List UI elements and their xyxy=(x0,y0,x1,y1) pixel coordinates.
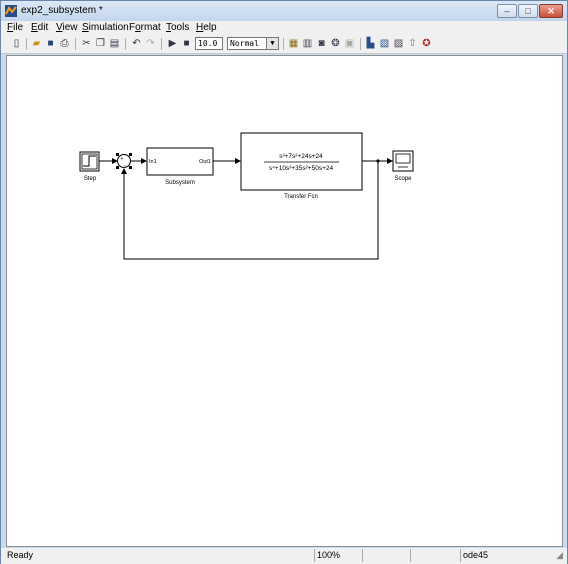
undo-icon[interactable]: ↶ xyxy=(130,37,143,50)
block-diagram: Step + - In1 Out1 Subsystem s³+7s²+24s+2… xyxy=(79,132,414,260)
step-label: Step xyxy=(84,176,97,182)
model-advisor-icon[interactable]: ◙ xyxy=(315,37,328,50)
simulation-mode-select[interactable]: Normal ▼ xyxy=(227,37,279,50)
subsystem-label: Subsystem xyxy=(165,180,195,186)
toolbar-separator xyxy=(360,38,361,50)
toolbar-separator xyxy=(26,38,27,50)
go-to-parent-icon[interactable]: ⇧ xyxy=(406,37,419,50)
zoom-level: 100% xyxy=(314,549,362,562)
simulink-app-icon xyxy=(5,5,17,17)
simulation-mode-value: Normal xyxy=(230,39,259,48)
menu-edit[interactable]: Edit xyxy=(31,22,48,33)
paste-icon[interactable]: ▤ xyxy=(108,37,121,50)
menu-simulation[interactable]: Simulation xyxy=(82,22,129,33)
library-browser-icon[interactable]: ▙ xyxy=(364,37,377,50)
transfer-fcn-label: Transfer Fcn xyxy=(284,194,318,200)
svg-text:-: - xyxy=(124,163,126,169)
menu-bar: File Edit View Simulation Format Tools H… xyxy=(1,21,567,35)
sum-block[interactable]: + - xyxy=(116,153,132,169)
save-icon[interactable]: ■ xyxy=(44,37,57,50)
redo-icon[interactable]: ↷ xyxy=(144,37,157,50)
cut-icon[interactable]: ✂ xyxy=(80,37,93,50)
solver-name: ode45 xyxy=(460,549,552,562)
model-canvas[interactable]: Step + - In1 Out1 Subsystem s³+7s²+24s+2… xyxy=(6,55,563,547)
transfer-fcn-numerator: s³+7s²+24s+24 xyxy=(279,153,323,160)
svg-text:+: + xyxy=(121,156,124,162)
new-icon[interactable]: ▯ xyxy=(10,37,23,50)
status-cell-empty xyxy=(362,549,410,562)
scope-block[interactable] xyxy=(392,150,414,172)
update-diagram-icon[interactable]: ▥ xyxy=(301,37,314,50)
minimize-button[interactable]: – xyxy=(497,4,517,18)
open-icon[interactable]: ▰ xyxy=(30,37,43,50)
window-title: exp2_subsystem * xyxy=(21,5,103,16)
toolbar-separator xyxy=(283,38,284,50)
subsystem-out-port-label: Out1 xyxy=(199,159,211,165)
menu-format[interactable]: Format xyxy=(129,22,161,33)
config-icon[interactable]: ✪ xyxy=(420,37,433,50)
build-icon[interactable]: ▦ xyxy=(287,37,300,50)
maximize-button[interactable]: □ xyxy=(518,4,538,18)
toolbar: ▯ ▰ ■ ⎙ ✂ ❐ ▤ ↶ ↷ ▶ ■ 10.0 Normal ▼ ▦ ▥ … xyxy=(1,35,567,54)
toolbar-separator xyxy=(125,38,126,50)
debugger-icon[interactable]: ▨ xyxy=(392,37,405,50)
close-button[interactable]: ✕ xyxy=(539,4,563,18)
status-text: Ready xyxy=(7,550,34,560)
transfer-fcn-denominator: s⁴+10s³+35s²+50s+24 xyxy=(269,165,334,172)
resize-grip-icon[interactable]: ◢ xyxy=(556,550,563,561)
menu-help[interactable]: Help xyxy=(196,22,217,33)
start-simulation-icon[interactable]: ▶ xyxy=(166,37,179,50)
status-bar: Ready 100% ode45 ◢ xyxy=(1,548,567,564)
subsystem-in-port-label: In1 xyxy=(149,159,157,165)
title-bar[interactable]: exp2_subsystem * – □ ✕ xyxy=(1,1,567,21)
menu-file[interactable]: File xyxy=(7,22,23,33)
copy-icon[interactable]: ❐ xyxy=(94,37,107,50)
model-explorer-icon[interactable]: ▧ xyxy=(378,37,391,50)
chevron-down-icon: ▼ xyxy=(266,38,278,49)
transfer-fcn-block[interactable] xyxy=(240,132,363,191)
scope-label: Scope xyxy=(394,176,412,182)
debug-icon[interactable]: ❂ xyxy=(329,37,342,50)
menu-view[interactable]: View xyxy=(56,22,78,33)
print-icon[interactable]: ⎙ xyxy=(58,37,71,50)
step-block[interactable] xyxy=(79,151,100,172)
status-cell-empty xyxy=(410,549,460,562)
stop-time-input[interactable]: 10.0 xyxy=(195,37,223,50)
menu-tools[interactable]: Tools xyxy=(166,22,189,33)
toolbar-separator xyxy=(161,38,162,50)
stop-simulation-icon[interactable]: ■ xyxy=(180,37,193,50)
refresh-icon[interactable]: ▣ xyxy=(343,37,356,50)
toolbar-separator xyxy=(75,38,76,50)
simulink-model-window: exp2_subsystem * – □ ✕ File Edit View Si… xyxy=(0,0,568,564)
